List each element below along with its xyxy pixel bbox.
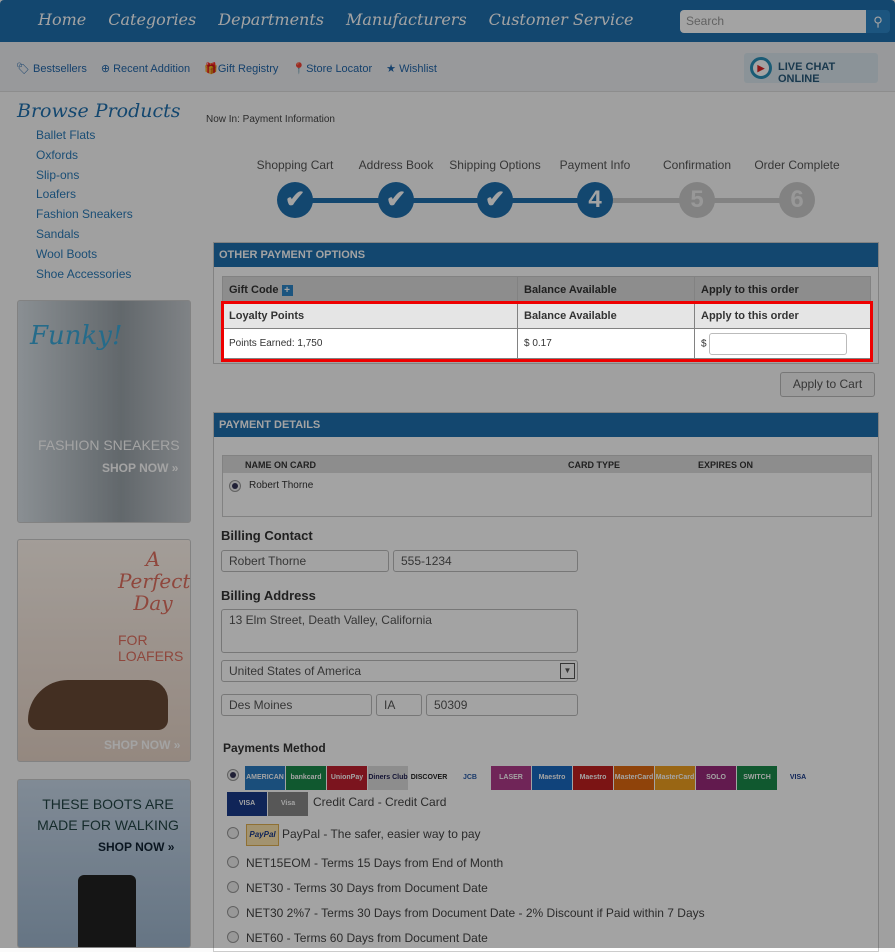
col-header: Balance Available — [517, 302, 695, 329]
loyalty-points-header: Loyalty Points — [222, 302, 518, 329]
balance-value: $ 0.17 — [517, 328, 695, 359]
points-earned: Points Earned: 1,750 — [222, 328, 518, 359]
apply-amount-input[interactable] — [709, 332, 848, 355]
currency-symbol: $ — [701, 338, 707, 350]
col-header: Apply to this order — [694, 302, 871, 329]
dim-overlay — [0, 0, 895, 948]
